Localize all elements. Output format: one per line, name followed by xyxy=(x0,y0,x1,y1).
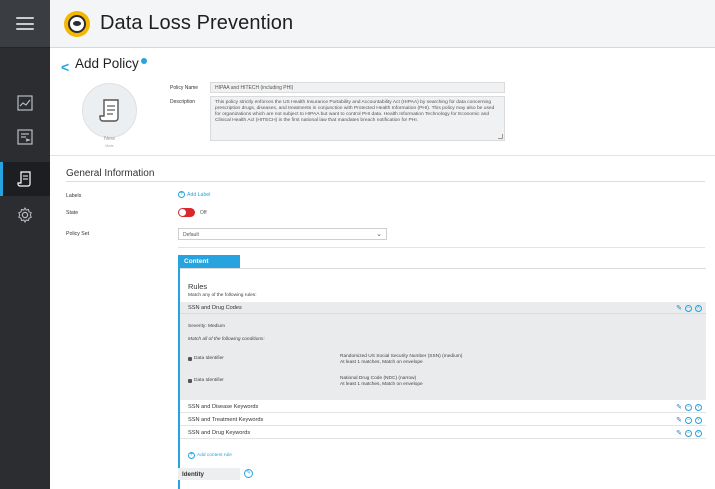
rule-header[interactable]: SSN and Drug Codes ✎ – ˄ xyxy=(180,302,706,314)
policy-mode: Mode xyxy=(105,144,114,148)
policy-scroll-icon xyxy=(98,98,119,122)
rail-item-policies[interactable] xyxy=(0,162,50,196)
section-title: General Information xyxy=(66,168,155,179)
description-textarea[interactable]: This policy strictly enforces the US Hea… xyxy=(210,96,505,141)
policy-scroll-icon xyxy=(17,171,31,187)
edit-icon[interactable]: ✎ xyxy=(244,469,253,478)
divider xyxy=(180,268,706,269)
app-header: Data Loss Prevention xyxy=(50,0,715,48)
condition-type: Data Identifier xyxy=(188,356,224,361)
lock-icon xyxy=(188,378,192,383)
rules-title: Rules xyxy=(188,282,208,291)
state-toggle[interactable] xyxy=(178,208,195,217)
export-icon xyxy=(17,129,33,145)
plus-icon: + xyxy=(188,452,195,459)
tab-identity[interactable]: Identity xyxy=(178,468,240,480)
rules-subtitle: Match any of the following rules: xyxy=(188,293,257,298)
state-label: State xyxy=(66,210,79,216)
general-information: General Information Labels + Add Label S… xyxy=(50,157,715,489)
rule-row[interactable]: SSN and Drug Keywords ✎ – ˅ xyxy=(180,427,706,439)
description-label: Description xyxy=(170,99,196,105)
rule-row[interactable]: SSN and Treatment Keywords ✎ – ˅ xyxy=(180,414,706,426)
plus-icon: + xyxy=(178,191,185,198)
rule-name: SSN and Drug Codes xyxy=(188,305,242,311)
resize-handle-icon[interactable] xyxy=(498,134,503,139)
policy-status: New xyxy=(103,136,115,142)
edit-icon[interactable]: ✎ xyxy=(676,304,682,312)
divider xyxy=(66,181,705,182)
divider xyxy=(178,247,705,248)
rule-row[interactable]: SSN and Disease Keywords ✎ – ˅ xyxy=(180,401,706,413)
rule-severity: Severity: Medium xyxy=(188,324,226,329)
rail-item-reports[interactable] xyxy=(0,120,50,154)
rule-name: SSN and Treatment Keywords xyxy=(188,417,264,423)
remove-icon[interactable]: – xyxy=(685,304,692,312)
content-card: Content Rules Match any of the following… xyxy=(178,255,706,489)
condition-detail: National Drug Code (NDC) (narrow) At lea… xyxy=(340,376,423,388)
policy-badge xyxy=(82,83,137,138)
edit-icon[interactable]: ✎ xyxy=(676,403,682,411)
rail-item-settings[interactable] xyxy=(0,198,50,232)
page-title: Add Policy xyxy=(75,56,147,71)
menu-button[interactable] xyxy=(0,0,50,48)
tab-content[interactable]: Content xyxy=(180,255,240,268)
app-title: Data Loss Prevention xyxy=(100,12,294,34)
chevron-down-icon[interactable]: ˅ xyxy=(695,416,702,424)
remove-icon[interactable]: – xyxy=(685,416,692,424)
chart-icon xyxy=(17,95,33,111)
hamburger-icon xyxy=(16,17,34,30)
back-chevron-icon[interactable]: < xyxy=(61,59,69,75)
state-value: Off xyxy=(200,210,207,216)
policy-name-label: Policy Name xyxy=(170,85,199,91)
left-rail xyxy=(0,0,50,489)
lock-icon xyxy=(188,356,192,361)
edit-icon[interactable]: ✎ xyxy=(676,416,682,424)
condition-type: Data Identifier xyxy=(188,378,224,383)
policy-details: < Add Policy New Mode Policy Name HIPAA … xyxy=(50,48,715,156)
rule-expanded: SSN and Drug Codes ✎ – ˄ Severity: Mediu… xyxy=(180,302,706,400)
edit-icon[interactable]: ✎ xyxy=(676,429,682,437)
gear-icon xyxy=(18,207,32,223)
match-all-text: Match all of the following conditions: xyxy=(188,337,265,342)
rule-name: SSN and Drug Keywords xyxy=(188,430,251,436)
rule-name: SSN and Disease Keywords xyxy=(188,404,259,410)
rail-item-dashboard[interactable] xyxy=(0,86,50,120)
remove-icon[interactable]: – xyxy=(685,429,692,437)
policy-set-label: Policy Set xyxy=(66,231,90,237)
condition-detail: Randomized US Social Security Number (SS… xyxy=(340,354,463,366)
labels-label: Labels xyxy=(66,193,82,199)
info-icon[interactable] xyxy=(140,58,147,64)
app-logo xyxy=(64,10,90,37)
chevron-down-icon: ⌄ xyxy=(376,231,382,238)
add-content-rule-link[interactable]: + Add content rule xyxy=(188,452,232,459)
chevron-down-icon[interactable]: ˅ xyxy=(695,403,702,411)
remove-icon[interactable]: – xyxy=(685,403,692,411)
policy-name-input[interactable]: HIPAA and HITECH (including PHI) xyxy=(210,82,505,93)
policy-set-select[interactable]: Default ⌄ xyxy=(178,228,387,240)
add-label-link[interactable]: + Add Label xyxy=(178,191,210,198)
chevron-down-icon[interactable]: ˅ xyxy=(695,429,702,437)
chevron-up-icon[interactable]: ˄ xyxy=(695,304,702,312)
